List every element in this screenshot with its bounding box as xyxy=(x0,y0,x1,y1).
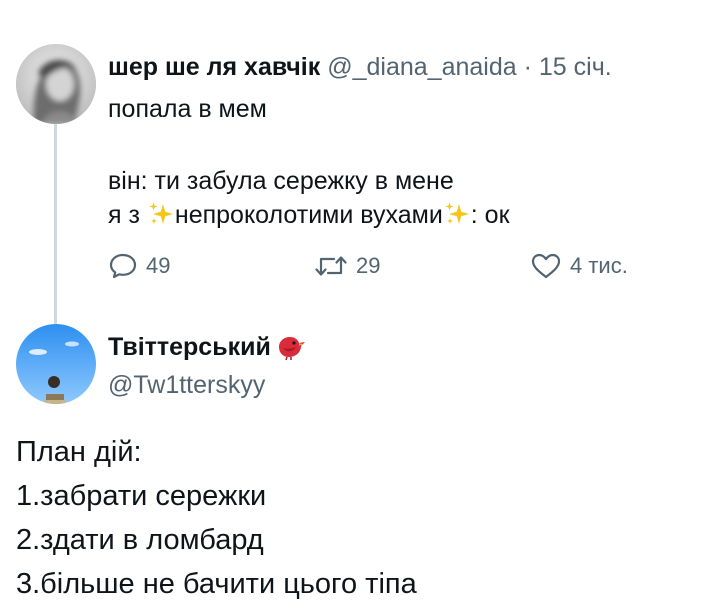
tweet-thread: шер ше ля хавчік @_diana_anaida · 15 січ… xyxy=(0,0,728,612)
avatar[interactable] xyxy=(16,44,96,124)
display-name[interactable]: шер ше ля хавчік xyxy=(108,53,320,81)
retweet-button[interactable]: 29 xyxy=(314,252,380,280)
separator-dot: · xyxy=(523,53,532,81)
like-button[interactable]: 4 тис. xyxy=(530,252,628,280)
tweet-text: План дій: 1.забрати сережки 2.здати в ло… xyxy=(16,430,417,606)
tweet-text: попала в мем він: ти забула сережку в ме… xyxy=(108,92,510,232)
reply-count: 49 xyxy=(146,253,171,278)
tweet-text-line: він: ти забула сережку в мене xyxy=(108,167,454,195)
sparkles-icon xyxy=(148,201,174,236)
tweet-date[interactable]: 15 січ. xyxy=(539,53,612,81)
retweet-count: 29 xyxy=(356,253,381,278)
like-count: 4 тис. xyxy=(570,253,628,278)
heart-icon xyxy=(531,253,561,279)
display-name[interactable]: Твіттерський xyxy=(108,332,307,362)
tweet-text-line: 2.здати в ломбард xyxy=(16,524,264,556)
tweet-text-line: 1.забрати сережки xyxy=(16,480,267,512)
red-bird-icon xyxy=(278,337,305,361)
tweet-text-line: План дій: xyxy=(16,436,142,468)
tweet-text-line: попала в мем xyxy=(108,95,267,123)
retweet-icon xyxy=(315,256,347,276)
avatar[interactable] xyxy=(16,324,96,404)
tweet-actions: 49 29 4 тис. xyxy=(0,252,728,292)
thread-connector-line xyxy=(54,122,57,324)
tweet-text-line: я з непроколотими вухами : ок xyxy=(108,198,510,232)
sparkles-icon xyxy=(444,201,470,236)
user-handle[interactable]: @_diana_anaida xyxy=(327,53,516,81)
tweet-header: шер ше ля хавчік @_diana_anaida · 15 січ… xyxy=(108,52,612,82)
text-segment: : ок xyxy=(470,201,510,229)
user-handle[interactable]: @Tw1tterskyy xyxy=(108,370,265,400)
tweet-text-line: 3.більше не бачити цього тіпа xyxy=(16,568,417,600)
reply-button[interactable]: 49 xyxy=(108,252,170,280)
display-name-text: Твіттерський xyxy=(108,333,271,361)
reply-icon xyxy=(109,253,137,279)
text-segment: непроколотими вухами xyxy=(174,201,443,229)
text-segment: я з xyxy=(108,201,140,229)
